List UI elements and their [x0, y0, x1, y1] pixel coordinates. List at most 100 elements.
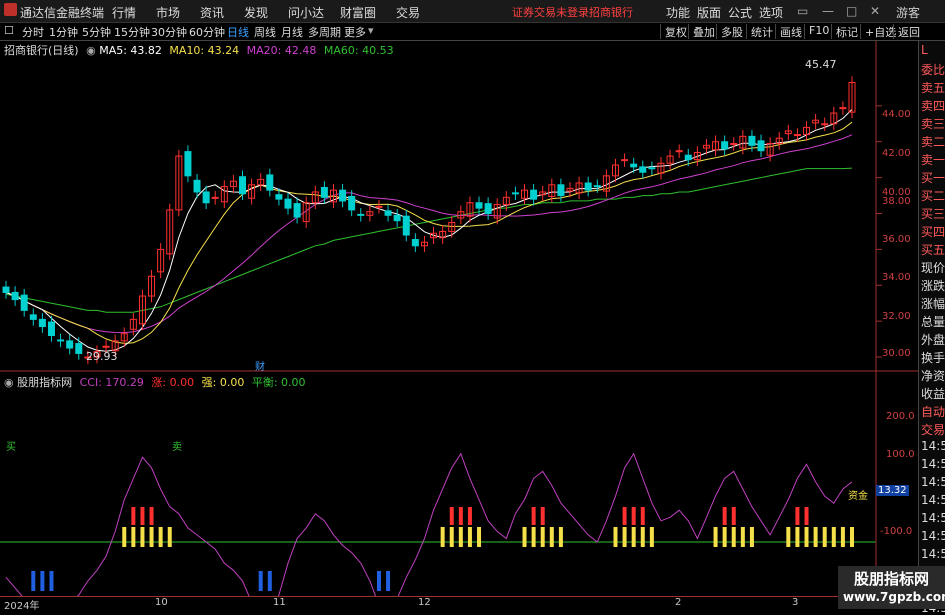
quote-panel-item-16[interactable]: 外盘: [921, 331, 945, 348]
btn-f10[interactable]: F10: [804, 24, 829, 39]
date-label-2: 11: [273, 597, 286, 608]
ma60-path: [5, 167, 853, 313]
quote-panel-item-19[interactable]: 收益: [921, 385, 945, 402]
quote-panel-item-22[interactable]: 14:56: [921, 439, 945, 453]
period-monthly[interactable]: 月线: [281, 24, 303, 40]
price-tick-44: 44.00: [882, 109, 911, 120]
window-minimize-icon[interactable]: —: [822, 4, 834, 18]
weak-bar: [267, 571, 272, 591]
quote-panel-item-17[interactable]: 换手: [921, 349, 945, 366]
rise-bar: [804, 507, 809, 525]
quote-panel-item-3[interactable]: 卖四: [921, 97, 945, 114]
menu-layout[interactable]: 版面: [697, 4, 721, 21]
period-15min[interactable]: 15分钟: [114, 24, 150, 40]
candle-body: [20, 294, 28, 311]
quote-panel-item-13[interactable]: 涨跌: [921, 277, 945, 294]
kline-chart[interactable]: [0, 41, 918, 596]
candle-body: [393, 214, 401, 222]
quote-panel-item-27[interactable]: 14:56: [921, 529, 945, 543]
quote-panel-item-6[interactable]: 卖一: [921, 151, 945, 168]
quote-panel-item-26[interactable]: 14:56: [921, 511, 945, 525]
menu-wealth[interactable]: 财富圈: [340, 4, 376, 21]
strong-bar: [640, 527, 645, 547]
quote-panel-item-2[interactable]: 卖五: [921, 79, 945, 96]
weak-bar: [258, 571, 263, 591]
quote-panel-item-1[interactable]: 委比: [921, 61, 945, 78]
period-daily[interactable]: 日线: [227, 24, 249, 40]
period-weekly[interactable]: 周线: [254, 24, 276, 40]
menu-quotes[interactable]: 行情: [112, 4, 136, 21]
btn-draw[interactable]: 画线: [775, 24, 802, 39]
btn-adjust[interactable]: 复权: [660, 24, 687, 39]
strong-bar: [131, 527, 136, 547]
btn-mark[interactable]: 标记: [831, 24, 858, 39]
cci-tick-200: 200.0: [886, 411, 915, 422]
period-60min[interactable]: 60分钟: [189, 24, 225, 40]
candle-body: [239, 176, 247, 195]
candle-body: [593, 185, 601, 188]
strong-bar: [531, 527, 536, 547]
user-label[interactable]: 游客: [896, 4, 920, 21]
quote-panel-item-12[interactable]: 现价: [921, 259, 945, 276]
period-intraday[interactable]: 分时: [22, 24, 44, 40]
menu-news[interactable]: 资讯: [200, 4, 224, 21]
quote-panel-item-5[interactable]: 卖二: [921, 133, 945, 150]
quote-panel-item-7[interactable]: 买一: [921, 169, 945, 186]
window-maximize-icon[interactable]: □: [846, 4, 857, 18]
btn-multistock[interactable]: 多股: [716, 24, 743, 39]
candle-body: [530, 189, 538, 200]
quote-panel-item-0[interactable]: L: [921, 43, 945, 57]
window-restore-icon[interactable]: ▭: [797, 4, 808, 18]
quote-panel-item-11[interactable]: 买五: [921, 241, 945, 258]
period-30min[interactable]: 30分钟: [151, 24, 187, 40]
period-checkbox-icon[interactable]: ☐: [4, 24, 14, 37]
btn-add-watchlist[interactable]: +自选: [860, 24, 896, 39]
menu-discover[interactable]: 发现: [244, 4, 268, 21]
low-price-label: 29.93: [86, 350, 118, 363]
strong-bar: [631, 527, 636, 547]
window-close-icon[interactable]: ✕: [870, 4, 880, 18]
strong-bar: [713, 527, 718, 547]
period-5min[interactable]: 5分钟: [82, 24, 111, 40]
period-more-dropdown-icon[interactable]: ▾: [368, 24, 374, 37]
candle-body: [275, 194, 283, 200]
btn-overlay[interactable]: 叠加: [688, 24, 715, 39]
event-marker[interactable]: 财: [255, 358, 265, 373]
quote-panel-item-4[interactable]: 卖三: [921, 115, 945, 132]
menu-function[interactable]: 功能: [666, 4, 690, 21]
quote-panel-item-18[interactable]: 净资: [921, 367, 945, 384]
quote-panel-item-15[interactable]: 总量: [921, 313, 945, 330]
candles: [2, 76, 856, 365]
candle-body: [621, 159, 629, 162]
price-tick-32: 32.00: [882, 311, 911, 322]
candle-body: [757, 140, 765, 152]
quote-panel-item-8[interactable]: 买二: [921, 187, 945, 204]
menu-market[interactable]: 市场: [156, 4, 180, 21]
quote-panel-item-24[interactable]: 14:56: [921, 475, 945, 489]
menu-formula[interactable]: 公式: [728, 4, 752, 21]
candle-body: [357, 213, 365, 216]
login-hint[interactable]: 证券交易未登录: [512, 4, 589, 20]
period-1min[interactable]: 1分钟: [49, 24, 78, 40]
quote-panel-item-23[interactable]: 14:56: [921, 457, 945, 471]
watermark-line2: www.7gpzb.com: [843, 590, 945, 604]
quote-panel-item-14[interactable]: 涨幅: [921, 295, 945, 312]
period-multi[interactable]: 多周期: [308, 24, 341, 40]
strong-bar: [731, 527, 736, 547]
quote-panel-item-20[interactable]: 自动: [921, 403, 945, 420]
rise-bar: [795, 507, 800, 525]
quote-panel-item-28[interactable]: 14:56: [921, 547, 945, 561]
quote-panel-item-9[interactable]: 买三: [921, 205, 945, 222]
weak-bar: [376, 571, 381, 591]
quote-panel-item-10[interactable]: 买四: [921, 223, 945, 240]
menu-trade[interactable]: 交易: [396, 4, 420, 21]
btn-back[interactable]: 返回: [893, 24, 920, 39]
candle-body: [821, 123, 829, 126]
strong-bar: [740, 527, 745, 547]
period-more[interactable]: 更多: [344, 24, 366, 40]
btn-stats[interactable]: 统计: [746, 24, 773, 39]
quote-panel-item-25[interactable]: 14:56: [921, 493, 945, 507]
menu-options[interactable]: 选项: [759, 4, 783, 21]
quote-panel-item-21[interactable]: 交易: [921, 421, 945, 438]
menu-ask[interactable]: 问小达: [288, 4, 324, 21]
